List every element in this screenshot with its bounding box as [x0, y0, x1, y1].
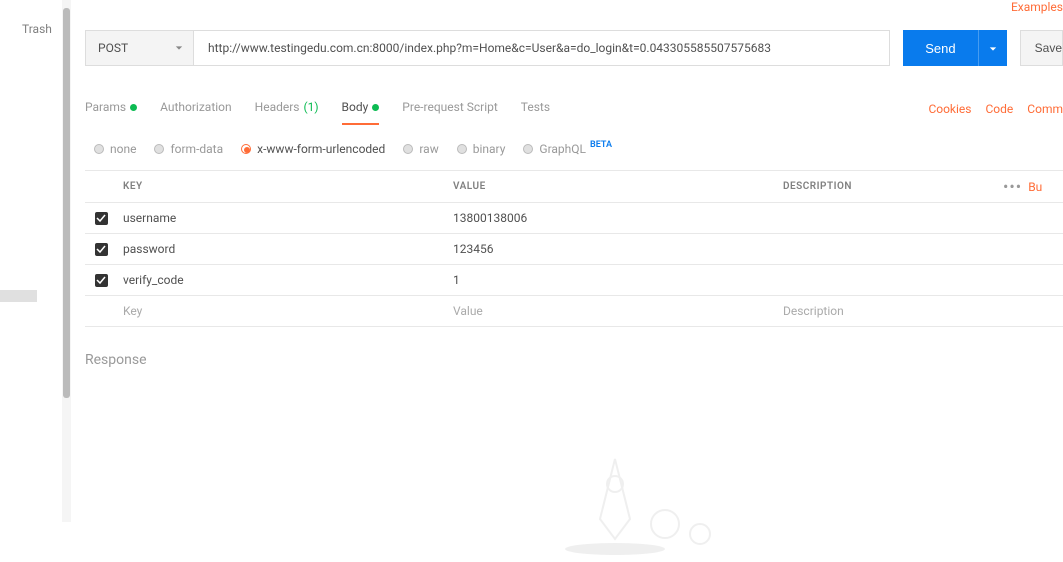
- body-type-radios: none form-data x-www-form-urlencoded raw…: [85, 142, 1063, 156]
- checkbox-checked-icon[interactable]: [95, 274, 108, 287]
- radio-binary[interactable]: binary: [457, 142, 506, 156]
- cell-value[interactable]: 13800138006: [447, 211, 777, 225]
- table-row[interactable]: username 13800138006: [85, 203, 1063, 234]
- radio-label: x-www-form-urlencoded: [257, 142, 385, 156]
- beta-badge: BETA: [590, 140, 612, 150]
- radio-none[interactable]: none: [94, 142, 136, 156]
- radio-icon: [154, 144, 164, 154]
- radio-icon: [94, 144, 104, 154]
- th-description: DESCRIPTION: [777, 181, 1003, 192]
- radio-label: GraphQL: [539, 142, 586, 156]
- cell-value[interactable]: 123456: [447, 242, 777, 256]
- rocket-illustration-icon: [545, 439, 745, 562]
- tab-label: Authorization: [160, 100, 232, 114]
- cell-key[interactable]: username: [117, 211, 447, 225]
- th-key: KEY: [117, 181, 447, 192]
- tab-authorization[interactable]: Authorization: [160, 94, 247, 124]
- main-panel: Examples POST http://www.testingedu.com.…: [85, 0, 1063, 522]
- radio-icon: [241, 144, 251, 154]
- placeholder-value[interactable]: Value: [447, 304, 777, 318]
- radio-icon: [523, 144, 533, 154]
- table-row[interactable]: password 123456: [85, 234, 1063, 265]
- checkbox-checked-icon[interactable]: [95, 212, 108, 225]
- radio-label: raw: [419, 142, 438, 156]
- radio-label: none: [110, 142, 136, 156]
- tab-label: Pre-request Script: [402, 100, 497, 114]
- tab-label: Body: [342, 100, 369, 114]
- sidebar: Trash: [0, 0, 62, 522]
- chevron-down-icon: [989, 41, 997, 56]
- response-section-label: Response: [85, 352, 1063, 368]
- radio-label: binary: [473, 142, 506, 156]
- request-tabs: Params Authorization Headers (1) Body Pr…: [85, 94, 1063, 124]
- sidebar-highlight: [0, 290, 37, 302]
- cookies-link[interactable]: Cookies: [928, 102, 971, 116]
- tab-label: Tests: [521, 100, 550, 114]
- trash-item[interactable]: Trash: [22, 22, 52, 36]
- status-dot-icon: [130, 104, 137, 111]
- tab-label: Headers: [255, 100, 300, 114]
- radio-form-data[interactable]: form-data: [154, 142, 223, 156]
- bulk-edit-link[interactable]: Bu: [1028, 180, 1042, 194]
- th-value: VALUE: [447, 181, 777, 192]
- tab-label: Params: [85, 100, 126, 114]
- method-dropdown[interactable]: POST: [85, 30, 193, 66]
- scrollbar-thumb[interactable]: [63, 8, 70, 398]
- table-row[interactable]: verify_code 1: [85, 265, 1063, 296]
- save-button[interactable]: Save: [1020, 30, 1063, 66]
- tab-tests[interactable]: Tests: [521, 94, 565, 124]
- tab-headers[interactable]: Headers (1): [255, 94, 334, 124]
- body-params-table: KEY VALUE DESCRIPTION ••• Bu username 13…: [85, 170, 1063, 327]
- placeholder-description[interactable]: Description: [777, 304, 1003, 318]
- examples-link[interactable]: Examples: [1011, 0, 1063, 14]
- tab-pre-request-script[interactable]: Pre-request Script: [402, 94, 512, 124]
- chevron-down-icon: [175, 41, 183, 55]
- radio-raw[interactable]: raw: [403, 142, 438, 156]
- code-link[interactable]: Code: [986, 102, 1014, 116]
- cell-key[interactable]: verify_code: [117, 273, 447, 287]
- tab-body[interactable]: Body: [342, 94, 395, 124]
- scrollbar-track: [62, 0, 71, 522]
- send-group: Send: [903, 30, 1006, 66]
- send-dropdown-button[interactable]: [979, 30, 1007, 66]
- cell-value[interactable]: 1: [447, 273, 777, 287]
- radio-label: form-data: [170, 142, 223, 156]
- status-dot-icon: [372, 104, 379, 111]
- radio-icon: [403, 144, 413, 154]
- checkbox-checked-icon[interactable]: [95, 243, 108, 256]
- cell-key[interactable]: password: [117, 242, 447, 256]
- request-row: POST http://www.testingedu.com.cn:8000/i…: [85, 30, 1063, 66]
- tabs-right-links: Cookies Code Comm: [928, 102, 1063, 116]
- url-input[interactable]: http://www.testingedu.com.cn:8000/index.…: [193, 30, 890, 66]
- radio-x-www-form-urlencoded[interactable]: x-www-form-urlencoded: [241, 142, 385, 156]
- radio-icon: [457, 144, 467, 154]
- table-row-placeholder[interactable]: Key Value Description: [85, 296, 1063, 327]
- send-button[interactable]: Send: [903, 30, 978, 66]
- headers-count: (1): [304, 100, 319, 114]
- comments-link[interactable]: Comm: [1027, 102, 1063, 116]
- placeholder-key[interactable]: Key: [117, 304, 447, 318]
- table-header-row: KEY VALUE DESCRIPTION ••• Bu: [85, 171, 1063, 203]
- radio-graphql[interactable]: GraphQL BETA: [523, 142, 612, 156]
- method-label: POST: [98, 41, 128, 55]
- tab-params[interactable]: Params: [85, 94, 152, 124]
